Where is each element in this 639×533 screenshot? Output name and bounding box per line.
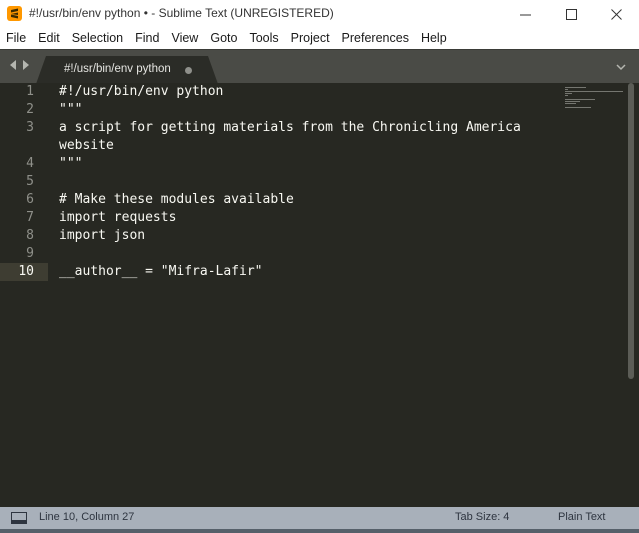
line-number: 7 — [26, 210, 34, 225]
code-line[interactable]: #!/usr/bin/env python — [59, 83, 223, 101]
code-line[interactable]: """ — [59, 101, 82, 119]
code-line[interactable]: import requests — [59, 209, 176, 227]
cursor-position: Line 10, Column 27 — [39, 511, 135, 523]
line-number: 9 — [26, 246, 34, 261]
menu-edit[interactable]: Edit — [32, 28, 66, 49]
tab-python-script[interactable]: #!/usr/bin/env python — [36, 56, 218, 84]
minimize-icon — [519, 14, 531, 15]
minimap-line — [565, 91, 623, 92]
code-line[interactable]: a script for getting materials from the … — [59, 119, 521, 137]
minimap-line — [565, 89, 568, 90]
menu-project[interactable]: Project — [285, 28, 336, 49]
line-number: 10 — [18, 264, 34, 279]
sublime-text-logo-icon — [7, 6, 22, 21]
tab-size-selector[interactable]: Tab Size: 4 — [455, 511, 509, 523]
line-number: 8 — [26, 228, 34, 243]
code-editor[interactable]: 1 2 3 4 5 6 7 8 9 10 #!/usr/bin/env python """ a sc… — [0, 83, 639, 507]
code-line[interactable]: __author__ = "Mifra-Lafir" — [59, 263, 263, 281]
chevron-left-icon[interactable] — [9, 60, 17, 70]
unsaved-dot-icon[interactable] — [185, 67, 192, 74]
line-number: 4 — [26, 156, 34, 171]
menu-file[interactable]: File — [0, 28, 32, 49]
scrollbar-thumb[interactable] — [628, 83, 634, 379]
title-bar: #!/usr/bin/env python • - Sublime Text (… — [0, 0, 639, 28]
taskbar-strip — [0, 529, 639, 533]
code-line[interactable]: website — [59, 137, 114, 155]
close-button[interactable] — [593, 0, 639, 28]
minimap[interactable] — [563, 83, 625, 507]
line-number: 2 — [26, 102, 34, 117]
menu-help[interactable]: Help — [415, 28, 453, 49]
code-line[interactable]: import json — [59, 227, 145, 245]
window-title: #!/usr/bin/env python • - Sublime Text (… — [29, 6, 334, 20]
panel-toggle-icon[interactable] — [11, 512, 27, 524]
maximize-icon — [565, 8, 577, 20]
tab-bar: #!/usr/bin/env python — [0, 49, 639, 84]
tab-navigation — [9, 60, 30, 70]
maximize-button[interactable] — [548, 0, 594, 28]
line-number: 1 — [26, 84, 34, 99]
chevron-down-icon[interactable] — [615, 61, 627, 73]
tab-label: #!/usr/bin/env python — [64, 63, 171, 75]
code-line[interactable]: """ — [59, 155, 82, 173]
menu-bar: File Edit Selection Find View Goto Tools… — [0, 28, 639, 49]
minimize-button[interactable] — [502, 0, 548, 28]
minimap-line — [565, 95, 568, 96]
minimap-line — [565, 101, 580, 102]
menu-selection[interactable]: Selection — [66, 28, 129, 49]
minimap-line — [565, 87, 586, 88]
minimap-line — [565, 99, 595, 100]
chevron-right-icon[interactable] — [22, 60, 30, 70]
line-number: 3 — [26, 120, 34, 135]
menu-view[interactable]: View — [165, 28, 204, 49]
syntax-selector[interactable]: Plain Text — [558, 511, 606, 523]
line-number-gutter: 1 2 3 4 5 6 7 8 9 10 — [0, 83, 48, 507]
status-bar: Line 10, Column 27 Tab Size: 4 Plain Tex… — [0, 507, 639, 529]
close-icon — [610, 8, 622, 20]
minimap-line — [565, 93, 572, 94]
vertical-scrollbar[interactable] — [627, 83, 635, 383]
code-line[interactable]: # Make these modules available — [59, 191, 294, 209]
menu-tools[interactable]: Tools — [243, 28, 284, 49]
line-number: 6 — [26, 192, 34, 207]
minimap-line — [565, 103, 576, 104]
menu-goto[interactable]: Goto — [204, 28, 243, 49]
line-number: 5 — [26, 174, 34, 189]
menu-preferences[interactable]: Preferences — [336, 28, 415, 49]
menu-find[interactable]: Find — [129, 28, 165, 49]
minimap-line — [565, 107, 591, 108]
